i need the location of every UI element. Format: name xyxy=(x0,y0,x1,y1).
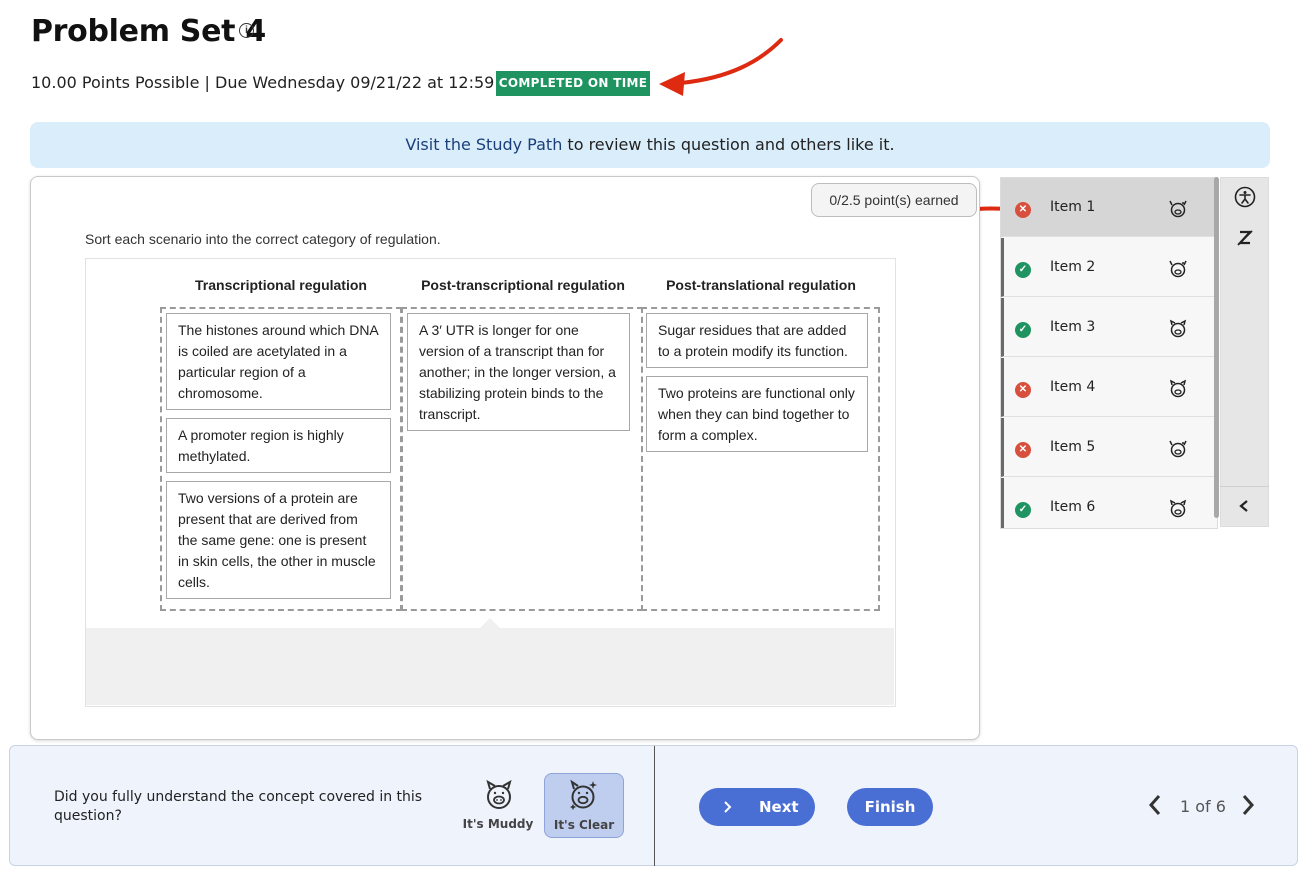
its-muddy-button[interactable]: It's Muddy xyxy=(458,773,538,838)
column-heading-post-transcriptional: Post-transcriptional regulation xyxy=(421,277,625,293)
question-instruction: Sort each scenario into the correct cate… xyxy=(85,231,441,247)
item-list-sidebar: ✕ Item 1 ✓ Item 2 ✓ Item 3 ✕ Item 4 ✕ It… xyxy=(1000,177,1218,529)
muddy-pig-icon xyxy=(1169,319,1187,338)
finish-button[interactable]: Finish xyxy=(847,788,933,826)
points-due-info: 10.00 Points Possible | Due Wednesday 09… xyxy=(31,73,525,92)
chevron-left-icon[interactable] xyxy=(1238,499,1250,513)
study-path-banner: Visit the Study Path to review this ques… xyxy=(30,122,1270,168)
incorrect-icon: ✕ xyxy=(1015,442,1031,458)
answer-chip[interactable]: A promoter region is highly methylated. xyxy=(166,418,391,473)
next-button[interactable]: Next xyxy=(699,788,815,826)
points-earned-badge: 0/2.5 point(s) earned xyxy=(811,183,977,217)
muddy-pig-icon xyxy=(486,779,512,809)
sidebar-item-1[interactable]: ✕ Item 1 xyxy=(1001,178,1215,237)
previous-page-icon[interactable] xyxy=(1147,794,1163,816)
understanding-prompt: Did you fully understand the concept cov… xyxy=(54,789,423,824)
clear-pig-icon xyxy=(1169,440,1187,458)
page-indicator: 1 of 6 xyxy=(1180,797,1226,816)
clear-pig-icon xyxy=(1169,200,1187,218)
sidebar-item-label: Item 4 xyxy=(1050,379,1096,395)
next-page-icon[interactable] xyxy=(1240,794,1256,816)
study-path-link[interactable]: Visit the Study Path xyxy=(405,135,562,154)
sidebar-item-4[interactable]: ✕ Item 4 xyxy=(1001,358,1215,417)
sidebar-item-label: Item 1 xyxy=(1050,199,1096,215)
accessibility-icon[interactable] xyxy=(1234,186,1256,208)
its-clear-button[interactable]: It's Clear xyxy=(544,773,624,838)
incorrect-icon: ✕ xyxy=(1015,202,1031,218)
sidebar-item-label: Item 3 xyxy=(1050,319,1096,335)
correct-icon: ✓ xyxy=(1015,322,1031,338)
tools-divider xyxy=(1220,486,1269,487)
its-clear-label: It's Clear xyxy=(553,818,615,832)
answer-chip[interactable]: Sugar residues that are added to a prote… xyxy=(646,313,868,368)
page-title: Problem Set 4 xyxy=(31,14,266,49)
sidebar-item-label: Item 2 xyxy=(1050,259,1096,275)
status-badge: COMPLETED ON TIME xyxy=(496,71,650,96)
info-icon[interactable]: i xyxy=(239,23,254,38)
bottom-divider xyxy=(654,746,655,866)
sidebar-item-label: Item 5 xyxy=(1050,439,1096,455)
tray-notch xyxy=(480,618,500,628)
clear-pig-icon xyxy=(1169,260,1187,278)
its-muddy-label: It's Muddy xyxy=(462,817,534,831)
muddy-pig-icon xyxy=(1169,499,1187,518)
incorrect-icon: ✕ xyxy=(1015,382,1031,398)
sidebar-item-2[interactable]: ✓ Item 2 xyxy=(1001,238,1215,297)
answer-chip[interactable]: The histones around which DNA is coiled … xyxy=(166,313,391,410)
sidebar-item-6[interactable]: ✓ Item 6 xyxy=(1001,478,1215,528)
column-heading-post-translational: Post-translational regulation xyxy=(666,277,856,293)
sidebar-item-5[interactable]: ✕ Item 5 xyxy=(1001,418,1215,477)
sidebar-scrollbar[interactable] xyxy=(1214,177,1219,518)
annotation-arrow-icon xyxy=(659,38,783,96)
sidebar-item-label: Item 6 xyxy=(1050,499,1096,515)
answer-chip[interactable]: Two versions of a protein are present th… xyxy=(166,481,391,599)
correct-icon: ✓ xyxy=(1015,502,1031,518)
banner-text: to review this question and others like … xyxy=(562,135,895,154)
clear-pig-icon xyxy=(570,779,597,810)
column-heading-transcriptional: Transcriptional regulation xyxy=(195,277,367,293)
answer-chip[interactable]: Two proteins are functional only when th… xyxy=(646,376,868,452)
next-label: Next xyxy=(759,798,799,816)
correct-icon: ✓ xyxy=(1015,262,1031,278)
answer-chip[interactable]: A 3′ UTR is longer for one version of a … xyxy=(407,313,630,431)
answer-tray[interactable] xyxy=(86,628,894,705)
muddy-pig-icon xyxy=(1169,379,1187,398)
chevron-right-icon xyxy=(724,801,732,813)
sidebar-item-3[interactable]: ✓ Item 3 xyxy=(1001,298,1215,357)
no-zoom-icon[interactable] xyxy=(1236,229,1254,247)
